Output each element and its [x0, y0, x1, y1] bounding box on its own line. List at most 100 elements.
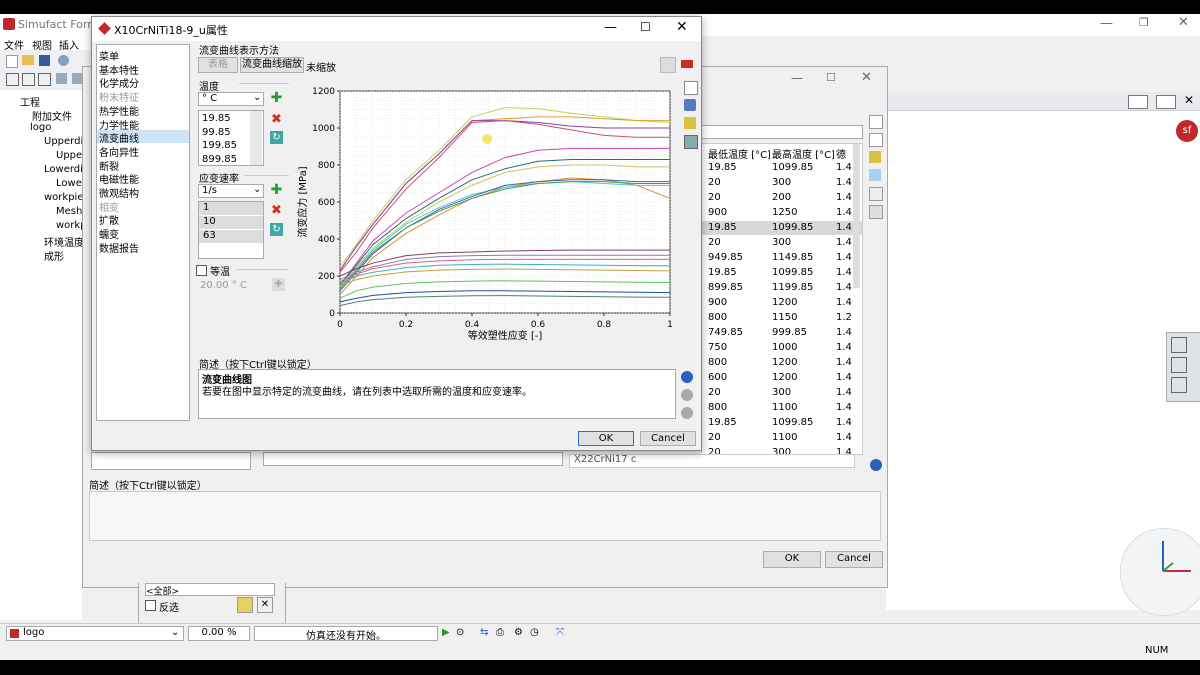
table-cell[interactable]: 20 — [708, 237, 721, 248]
scroll-right-icon[interactable] — [681, 407, 693, 419]
table-cell[interactable]: 1099.85 — [772, 417, 813, 428]
sidebar-item[interactable]: 断裂 — [97, 158, 189, 173]
db-ok-button[interactable]: OK — [763, 551, 821, 568]
table-cell[interactable]: 999.85 — [772, 327, 807, 338]
table-cell[interactable]: 1.4 — [836, 267, 852, 278]
table-cell[interactable]: 1.4 — [836, 222, 852, 233]
viewport-3d[interactable]: ✕ sf — [886, 92, 1200, 616]
open-folder-icon[interactable] — [22, 55, 34, 65]
strain-rate-list[interactable]: 1 10 63 — [198, 201, 264, 259]
tool-icon-1[interactable] — [869, 115, 883, 129]
sync-icon[interactable]: ⇆ — [480, 627, 488, 638]
table-column-header[interactable]: 最高温度 [°C] — [772, 146, 835, 161]
table-cell[interactable]: 1.4 — [836, 237, 852, 248]
temperature-list-item[interactable]: 199.85 — [202, 140, 237, 151]
table-cell[interactable]: 19.85 — [708, 222, 737, 233]
isothermal-checkbox[interactable] — [196, 265, 207, 276]
sidebar-item[interactable]: 扩散 — [97, 212, 189, 227]
save-icon[interactable] — [39, 55, 50, 66]
table-cell[interactable]: 1149.85 — [772, 252, 813, 263]
db-close-icon[interactable]: ✕ — [861, 70, 872, 85]
stop-icon[interactable]: ⊙ — [456, 627, 464, 638]
table-cell[interactable]: 1100 — [772, 402, 797, 413]
tree-item[interactable]: 环境温度 — [44, 234, 84, 249]
rotate-view-icon[interactable] — [1171, 377, 1187, 393]
dialog-maximize-icon[interactable]: ☐ — [640, 20, 651, 34]
table-cell[interactable]: 1.4 — [836, 207, 852, 218]
table-cell[interactable]: 300 — [772, 177, 791, 188]
strain-rate-list-item[interactable]: 63 — [199, 230, 263, 243]
table-cell[interactable]: 20 — [708, 387, 721, 398]
table-cell[interactable]: 900 — [708, 207, 727, 218]
table-cell[interactable]: 1200 — [772, 357, 797, 368]
edit-strain-rate-icon[interactable]: ↻ — [270, 223, 283, 236]
table-cell[interactable]: 899.85 — [708, 282, 743, 293]
tree-item[interactable]: workpie — [44, 192, 83, 203]
table-cell[interactable]: 1.4 — [836, 177, 852, 188]
table-cell[interactable]: 900 — [708, 297, 727, 308]
view-2d-icon[interactable] — [6, 73, 19, 86]
tree-item[interactable]: Mesh — [56, 206, 82, 217]
table-column-header[interactable]: 最低温度 [°C] — [708, 146, 771, 161]
clear-icon[interactable]: ✕ — [257, 597, 273, 613]
db-cancel-button[interactable]: Cancel — [825, 551, 883, 568]
sidebar-item[interactable]: 热学性能 — [97, 103, 189, 118]
chart-folder-icon[interactable] — [684, 117, 696, 129]
table-method-button[interactable]: 表格 — [198, 57, 238, 73]
table-cell[interactable]: 749.85 — [708, 327, 743, 338]
info-icon[interactable] — [681, 371, 693, 383]
table-cell[interactable]: 20 — [708, 177, 721, 188]
tree-item[interactable]: 附加文件 — [32, 108, 72, 123]
temperature-unit-select[interactable]: ° C ⌄ — [198, 92, 264, 106]
sidebar-item[interactable]: 电磁性能 — [97, 171, 189, 186]
settings-icon[interactable] — [58, 55, 69, 66]
document-icon[interactable] — [869, 169, 881, 181]
table-cell[interactable]: 1200 — [772, 372, 797, 383]
tree-item[interactable]: logo — [30, 122, 51, 133]
add-strain-rate-icon[interactable]: ✚ — [270, 183, 283, 197]
viewport-close-icon[interactable]: ✕ — [1184, 93, 1194, 107]
tools-icon[interactable]: ⚙ — [514, 627, 523, 638]
viewport-minimize-icon[interactable] — [1128, 95, 1148, 109]
refresh-icon[interactable] — [870, 459, 882, 471]
remove-curve-icon[interactable] — [681, 60, 693, 68]
sidebar-item[interactable]: 微观结构 — [97, 185, 189, 200]
fit-view-icon[interactable] — [1171, 357, 1187, 373]
table-cell[interactable]: 800 — [708, 402, 727, 413]
temperature-list-item[interactable]: 899.85 — [202, 154, 237, 165]
scroll-down-icon[interactable] — [681, 389, 693, 401]
table-cell[interactable]: 1100 — [772, 432, 797, 443]
run-icon[interactable]: ▶ — [442, 627, 450, 638]
table-cell[interactable]: 19.85 — [708, 162, 737, 173]
sidebar-item[interactable]: 基本特性 — [97, 62, 189, 77]
tree-item[interactable]: 成形 — [44, 248, 64, 263]
flow-curve-chart[interactable]: 0 0.2 0.4 0.6 0.8 1 0 200 400 600 800 1000 1200 等效塑性应… — [292, 83, 676, 345]
table-cell[interactable]: 1150 — [772, 312, 797, 323]
scale-curve-button[interactable]: 流变曲线缩放 — [240, 57, 304, 73]
delete-strain-rate-icon[interactable]: ✖ — [270, 204, 283, 217]
filter-select[interactable]: <全部> — [145, 583, 275, 597]
home-view-icon[interactable] — [1171, 337, 1187, 353]
table-cell[interactable]: 19.85 — [708, 267, 737, 278]
middle-panel-field[interactable] — [263, 452, 563, 466]
table-cell[interactable]: 600 — [708, 372, 727, 383]
table-cell[interactable]: 1199.85 — [772, 282, 813, 293]
table-cell[interactable]: 20 — [708, 432, 721, 443]
transform-icon[interactable]: ⤧ — [556, 627, 564, 638]
dialog-minimize-icon[interactable]: — — [604, 20, 617, 35]
chart-export-icon[interactable] — [684, 99, 696, 111]
grid-view-icon[interactable] — [56, 73, 67, 84]
table-cell[interactable]: 800 — [708, 312, 727, 323]
model-select[interactable]: logo ⌄ — [6, 626, 184, 641]
table-cell[interactable]: 20 — [708, 192, 721, 203]
table-scrollbar[interactable] — [853, 144, 860, 288]
table-cell[interactable]: 1000 — [772, 342, 797, 353]
sidebar-item[interactable]: 流变曲线 — [97, 130, 189, 145]
table-cell[interactable]: 1.4 — [836, 357, 852, 368]
sidebar-item[interactable]: 数据报告 — [97, 240, 189, 255]
table-cell[interactable]: 1.4 — [836, 162, 852, 173]
timer-icon[interactable]: ◷ — [530, 627, 539, 638]
table-cell[interactable]: 1.2 — [836, 312, 852, 323]
temperature-list-item[interactable]: 19.85 — [202, 113, 231, 124]
view-3d-icon[interactable] — [22, 73, 35, 86]
